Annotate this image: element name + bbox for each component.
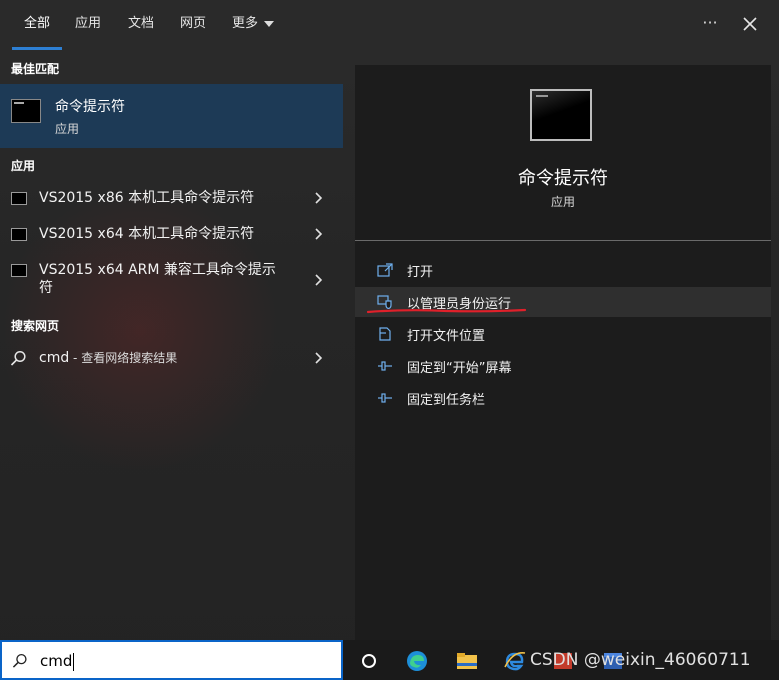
- app-result-label: VS2015 x86 本机工具命令提示符: [39, 190, 255, 206]
- best-match-item[interactable]: 命令提示符 应用: [0, 84, 343, 148]
- action-open-file-location-label: 打开文件位置: [407, 329, 486, 344]
- app-result-item[interactable]: VS2015 x86 本机工具命令提示符: [0, 184, 343, 212]
- search-icon: [12, 653, 27, 668]
- text-cursor: [73, 652, 75, 671]
- folder-icon[interactable]: [455, 649, 479, 673]
- tab-documents[interactable]: 文档: [128, 0, 154, 50]
- search-box[interactable]: cmd: [0, 640, 343, 680]
- command-prompt-icon: [530, 89, 592, 141]
- task-view-icon[interactable]: [357, 649, 381, 673]
- web-search-item[interactable]: cmd - 查看网络搜索结果: [0, 344, 343, 372]
- search-icon: [10, 350, 26, 366]
- preview-subtitle: 应用: [550, 195, 575, 209]
- web-search-query: cmd: [39, 350, 70, 366]
- command-prompt-icon: [11, 264, 27, 277]
- best-match-title: 命令提示符: [55, 99, 125, 115]
- command-prompt-icon: [11, 99, 41, 123]
- action-pin-to-start-label: 固定到“开始”屏幕: [407, 361, 512, 376]
- internet-explorer-icon[interactable]: [503, 649, 527, 673]
- close-icon: [743, 17, 757, 31]
- tab-all-label: 全部: [24, 16, 51, 31]
- watermark: CSDN @weixin_46060711: [530, 650, 751, 670]
- tab-documents-label: 文档: [128, 16, 155, 31]
- section-apps: 应用: [11, 159, 36, 173]
- app-result-item[interactable]: VS2015 x64 ARM 兼容工具命令提示符: [0, 256, 343, 304]
- tab-apps[interactable]: 应用: [75, 0, 101, 50]
- search-input[interactable]: cmd: [40, 652, 72, 670]
- chevron-right-icon[interactable]: [313, 227, 323, 241]
- results-pane: 最佳匹配 命令提示符 应用 应用 VS2015 x86 本机工具命令提示符 VS…: [0, 50, 343, 640]
- section-best-match: 最佳匹配: [11, 62, 60, 76]
- preview-title: 命令提示符: [518, 168, 608, 189]
- pin-icon: [378, 393, 392, 403]
- edge-icon[interactable]: [405, 649, 429, 673]
- web-search-hint: - 查看网络搜索结果: [69, 351, 178, 365]
- preview-pane: 命令提示符 应用 打开 以管理员身份运行 打开文件位置 固定到“开始”屏幕 固定…: [355, 65, 771, 640]
- action-pin-to-start[interactable]: 固定到“开始”屏幕: [355, 351, 771, 381]
- close-button[interactable]: [739, 12, 761, 36]
- chevron-right-icon[interactable]: [313, 351, 323, 365]
- chevron-down-icon: [264, 20, 275, 27]
- tab-web-label: 网页: [180, 16, 207, 31]
- folder-icon: [379, 327, 391, 341]
- tab-all[interactable]: 全部: [11, 0, 63, 50]
- chevron-right-icon[interactable]: [313, 273, 323, 287]
- section-search-web: 搜索网页: [11, 319, 60, 333]
- filter-tab-bar: 全部 应用 文档 网页 更多 ···: [0, 0, 779, 50]
- best-match-subtitle: 应用: [55, 122, 80, 136]
- annotation-underline: [367, 308, 527, 314]
- tab-more[interactable]: 更多: [232, 0, 275, 50]
- app-result-label: VS2015 x64 本机工具命令提示符: [39, 226, 255, 242]
- divider: [355, 240, 771, 241]
- action-open-label: 打开: [407, 265, 434, 280]
- tab-apps-label: 应用: [75, 16, 102, 31]
- open-icon: [377, 263, 393, 277]
- tab-web[interactable]: 网页: [180, 0, 206, 50]
- start-search-window: 全部 应用 文档 网页 更多 ··· 最佳匹配 命令提示符 应用 应用 VS20…: [0, 0, 779, 680]
- command-prompt-icon: [11, 192, 27, 205]
- action-pin-to-taskbar-label: 固定到任务栏: [407, 393, 486, 408]
- tab-more-label: 更多: [232, 16, 259, 31]
- pin-icon: [378, 361, 392, 371]
- action-pin-to-taskbar[interactable]: 固定到任务栏: [355, 383, 771, 413]
- app-result-item[interactable]: VS2015 x64 本机工具命令提示符: [0, 220, 343, 248]
- chevron-right-icon[interactable]: [313, 191, 323, 205]
- app-result-label: VS2015 x64 ARM 兼容工具命令提示符: [39, 262, 276, 296]
- action-open-file-location[interactable]: 打开文件位置: [355, 319, 771, 349]
- more-options-button[interactable]: ···: [699, 12, 721, 36]
- action-open[interactable]: 打开: [355, 255, 771, 285]
- command-prompt-icon: [11, 228, 27, 241]
